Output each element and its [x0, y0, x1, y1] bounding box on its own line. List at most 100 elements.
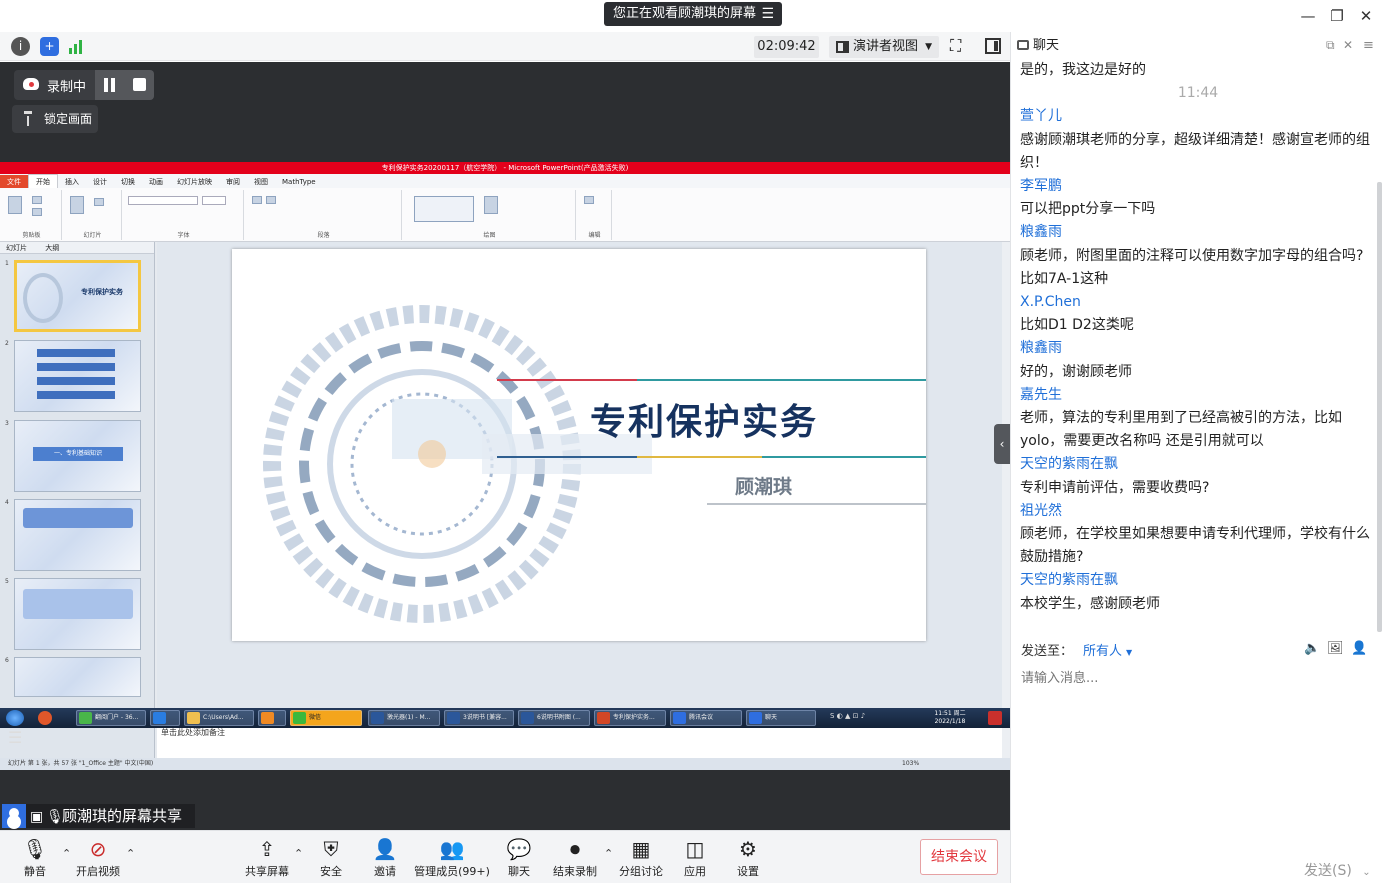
video-button[interactable]: ⊘ 开启视频	[63, 835, 133, 881]
banner-menu-icon[interactable]: ☰	[761, 2, 774, 26]
signal-icon[interactable]	[68, 38, 85, 54]
taskbar-clock: 11:51 周二 2022/1/18	[920, 710, 980, 726]
chat-sender-name: 天空的紫雨在飘	[1020, 456, 1118, 473]
view-mode-label: 演讲者视图	[853, 39, 919, 54]
taskbar-item[interactable]: 3说明书 [兼容...	[444, 710, 514, 726]
info-icon[interactable]: i	[11, 37, 30, 56]
send-button[interactable]: 发送(S) ⌄	[1304, 860, 1371, 880]
ppt-tab-animations[interactable]: 动画	[142, 175, 170, 189]
chat-sender-name: 萱丫儿	[1020, 108, 1062, 125]
chat-message-text: 专利申请前评估，需要收费吗?	[1020, 479, 1210, 496]
mute-button[interactable]: 🎙 静音	[0, 835, 70, 881]
thumb-bar	[37, 363, 115, 371]
share-screen-button[interactable]: ⇪ 共享屏幕	[232, 835, 302, 881]
ppt-tab-review[interactable]: 审阅	[219, 175, 247, 189]
minimize-icon[interactable]: —	[1298, 6, 1318, 26]
cut-icon[interactable]	[32, 196, 42, 204]
taskbar-item[interactable]: 聊天	[746, 710, 816, 726]
screen-icon: ▣	[30, 809, 44, 825]
view-mode-dropdown[interactable]: 演讲者视图 ▼	[829, 36, 939, 58]
notification-icon[interactable]	[988, 711, 1002, 725]
taskbar-item[interactable]: 专利保护实务...	[594, 710, 666, 726]
start-button-icon[interactable]	[6, 710, 24, 726]
layout-icon[interactable]	[94, 198, 104, 206]
arrange-icon[interactable]	[484, 196, 498, 214]
font-size-select[interactable]	[202, 196, 226, 205]
numbering-icon[interactable]	[266, 196, 276, 204]
cloud-record-icon	[23, 78, 39, 90]
end-recording-button[interactable]: ⏺ 结束录制	[540, 835, 610, 881]
chat-sender-name: 祖光然	[1020, 502, 1062, 519]
chat-scrollbar[interactable]	[1377, 182, 1382, 632]
taskbar-item[interactable]: C:\Users\Ad...	[184, 710, 254, 726]
bullets-icon[interactable]	[252, 196, 262, 204]
new-slide-icon[interactable]	[70, 196, 84, 214]
close-chat-icon[interactable]: ✕	[1343, 32, 1353, 59]
taskbar-item[interactable]: 腾讯会议	[670, 710, 742, 726]
collapse-panel-handle[interactable]: ‹	[994, 424, 1010, 464]
chat-message-text: 顾老师，在学校里如果想要申请专利代理师，学校有什么	[1020, 526, 1370, 542]
ppt-tab-home[interactable]: 开始	[28, 174, 58, 189]
ribbon-group-paragraph: 段落	[246, 190, 402, 240]
tab-slides[interactable]: 幻灯片	[6, 244, 27, 252]
end-meeting-button[interactable]: 结束会议	[920, 839, 998, 875]
chat-input[interactable]	[1021, 666, 1376, 690]
ppt-statusbar: 幻灯片 第 1 张，共 57 张 "1_Office 主题" 中文(中国) 10…	[0, 758, 1010, 770]
shield-icon[interactable]: +	[40, 37, 59, 56]
stop-icon[interactable]	[133, 78, 146, 91]
slide-thumbnail[interactable]	[14, 499, 141, 571]
thumb-box	[23, 508, 133, 528]
image-icon[interactable]: 🖼	[1327, 641, 1344, 656]
shapes-gallery[interactable]	[414, 196, 474, 222]
font-name-select[interactable]	[128, 196, 198, 205]
settings-button[interactable]: ⚙ 设置	[713, 835, 783, 881]
lock-view-button[interactable]: 锁定画面	[12, 105, 98, 133]
current-slide[interactable]: 专利保护实务 顾潮琪	[232, 249, 926, 641]
tab-outline[interactable]: 大纲	[45, 244, 59, 252]
ribbon-group-label: 幻灯片	[83, 232, 102, 239]
app-icon[interactable]	[38, 711, 52, 725]
chat-menu-icon[interactable]: ≡	[1363, 32, 1374, 59]
taskbar-item[interactable]: 6说明书附图 (...	[518, 710, 590, 726]
ppt-tab-design[interactable]: 设计	[86, 175, 114, 189]
taskbar-item[interactable]: 激光器(1) - M...	[368, 710, 440, 726]
send-to-selector[interactable]: 发送至： 所有人 ▼	[1021, 640, 1132, 659]
taskbar-item[interactable]: 微信	[290, 710, 362, 726]
paste-icon[interactable]	[8, 196, 22, 214]
ppt-zoom[interactable]: 103%	[902, 758, 919, 770]
ppt-tab-slideshow[interactable]: 幻灯片放映	[170, 175, 219, 189]
slide-thumbnail[interactable]: 一、专利基础知识	[14, 420, 141, 492]
slide-scrollbar[interactable]	[1002, 242, 1010, 758]
slide-thumbnail[interactable]	[14, 657, 141, 697]
restore-icon[interactable]: ❐	[1327, 6, 1347, 26]
chat-message-text: yolo，需要更改名称吗 还是引用就可以	[1020, 433, 1264, 450]
speaker-icon[interactable]: 🔈	[1304, 641, 1320, 656]
hamburger-menu-icon[interactable]: ☰	[8, 728, 34, 754]
ribbon-group-drawing: 绘图	[404, 190, 576, 240]
chevron-up-icon[interactable]: ⌃	[126, 847, 135, 860]
pause-icon[interactable]	[103, 78, 117, 92]
find-icon[interactable]	[584, 196, 594, 204]
close-icon[interactable]: ✕	[1356, 6, 1376, 26]
taskbar-item[interactable]	[150, 710, 180, 726]
taskbar-item[interactable]: 翻阅门户 - 36...	[76, 710, 146, 726]
taskbar-item[interactable]	[258, 710, 286, 726]
manage-members-button[interactable]: 👥 管理成员(99+)	[410, 835, 494, 881]
ppt-tab-transitions[interactable]: 切换	[114, 175, 142, 189]
slide-thumbnail[interactable]	[14, 340, 141, 412]
sidebar-toggle-icon[interactable]	[985, 38, 1001, 54]
copy-icon[interactable]	[32, 208, 42, 216]
system-tray[interactable]: S ◐ ▲ ⊡ ♪	[830, 712, 910, 724]
slide-thumbnail[interactable]: 专利保护实务	[14, 260, 141, 332]
ppt-tab-insert[interactable]: 插入	[58, 175, 86, 189]
thumb-heading: 一、专利基础知识	[33, 447, 123, 461]
ppt-tab-view[interactable]: 视图	[247, 175, 275, 189]
user-settings-icon[interactable]: 👤	[1351, 641, 1367, 656]
slide-thumbnail[interactable]	[14, 578, 141, 650]
popout-icon[interactable]: ⧉	[1326, 32, 1335, 59]
chat-message-text: 鼓励措施?	[1020, 549, 1084, 566]
thumb-graphic	[23, 273, 63, 323]
ppt-tab-file[interactable]: 文件	[0, 175, 28, 189]
ppt-tab-mathtype[interactable]: MathType	[275, 175, 323, 189]
fullscreen-icon[interactable]: ⛶	[950, 36, 961, 56]
